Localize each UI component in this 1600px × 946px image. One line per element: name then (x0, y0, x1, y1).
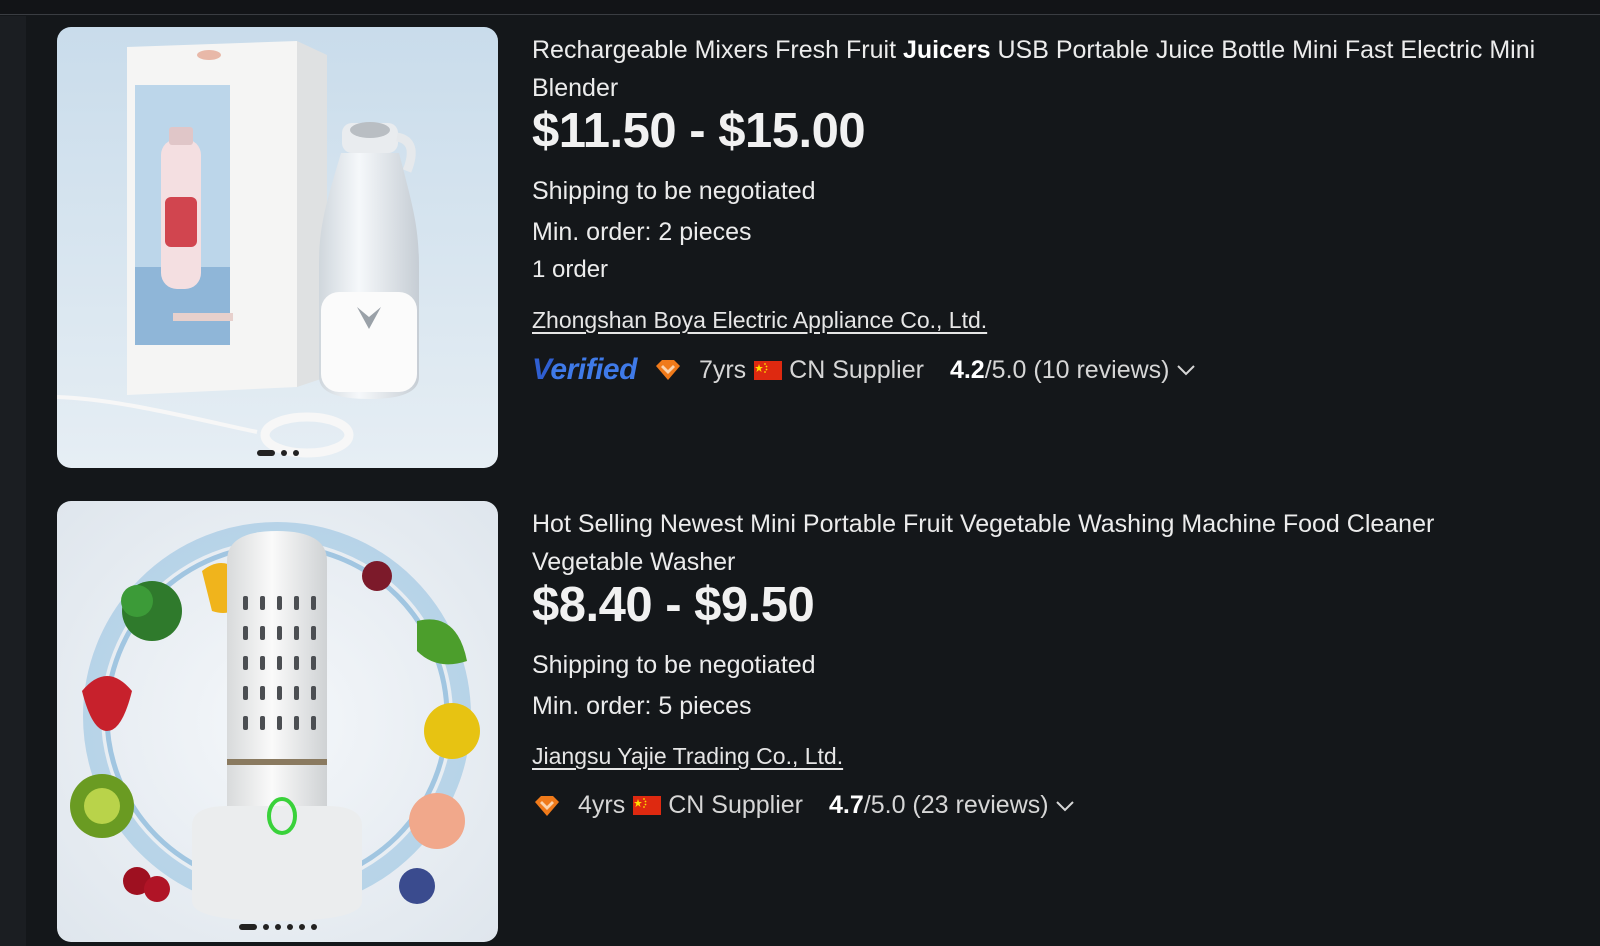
years-text: 4yrs (578, 791, 626, 819)
supplier-type: CN Supplier (668, 791, 804, 819)
shipping-text: Shipping to be negotiated (532, 651, 816, 679)
carousel-dot[interactable] (256, 450, 275, 456)
rating-summary[interactable]: 4.2/5.0 (10 reviews) (950, 356, 1170, 385)
chevron-down-icon[interactable] (1176, 363, 1196, 377)
min-order-text: Min. order: 2 pieces (532, 218, 752, 246)
carousel-dot[interactable] (286, 924, 293, 930)
supplier-link[interactable]: Jiangsu Yajie Trading Co., Ltd. (532, 743, 843, 770)
carousel-dot[interactable] (292, 450, 299, 456)
order-count: 1 order (532, 256, 609, 283)
carousel-dot[interactable] (310, 924, 317, 930)
supplier-meta: Verified 7yrs CN Supplier 4.2/5.0 (10 re… (532, 353, 1196, 387)
vegetable-washer-image (57, 501, 498, 942)
cn-flag-icon (633, 796, 662, 815)
supplier-type: CN Supplier (789, 355, 924, 384)
image-carousel-indicator[interactable] (256, 450, 299, 456)
carousel-dot[interactable] (280, 450, 287, 456)
rating-summary[interactable]: 4.7/5.0 (23 reviews) (829, 791, 1049, 820)
title-highlight: Juicers (902, 36, 991, 64)
years-text: 7yrs (698, 355, 747, 384)
price-range: $11.50 - $15.00 (532, 104, 866, 158)
gold-supplier-icon (535, 795, 559, 816)
product-title[interactable]: Rechargeable Mixers Fresh Fruit Juicers … (532, 31, 1552, 107)
verified-badge[interactable]: Verified (532, 353, 637, 387)
cn-flag-icon (754, 360, 783, 380)
supplier-link[interactable]: Zhongshan Boya Electric Appliance Co., L… (532, 307, 987, 334)
shipping-text: Shipping to be negotiated (532, 177, 816, 205)
product-image[interactable] (57, 501, 498, 942)
product-image[interactable] (57, 27, 498, 468)
price-range: $8.40 - $9.50 (532, 578, 815, 632)
carousel-dot[interactable] (262, 924, 269, 930)
chevron-down-icon[interactable] (1055, 799, 1075, 813)
product-title[interactable]: Hot Selling Newest Mini Portable Fruit V… (532, 505, 1552, 581)
left-rail (0, 16, 26, 946)
supplier-meta: 4yrs CN Supplier 4.7/5.0 (23 reviews) (532, 791, 1075, 820)
carousel-dot[interactable] (238, 924, 257, 930)
carousel-dot[interactable] (298, 924, 305, 930)
image-carousel-indicator[interactable] (238, 924, 317, 930)
gold-supplier-icon (655, 360, 680, 380)
portable-blender-image (57, 27, 498, 468)
carousel-dot[interactable] (274, 924, 281, 930)
min-order-text: Min. order: 5 pieces (532, 692, 752, 720)
top-bar (0, 0, 1600, 15)
